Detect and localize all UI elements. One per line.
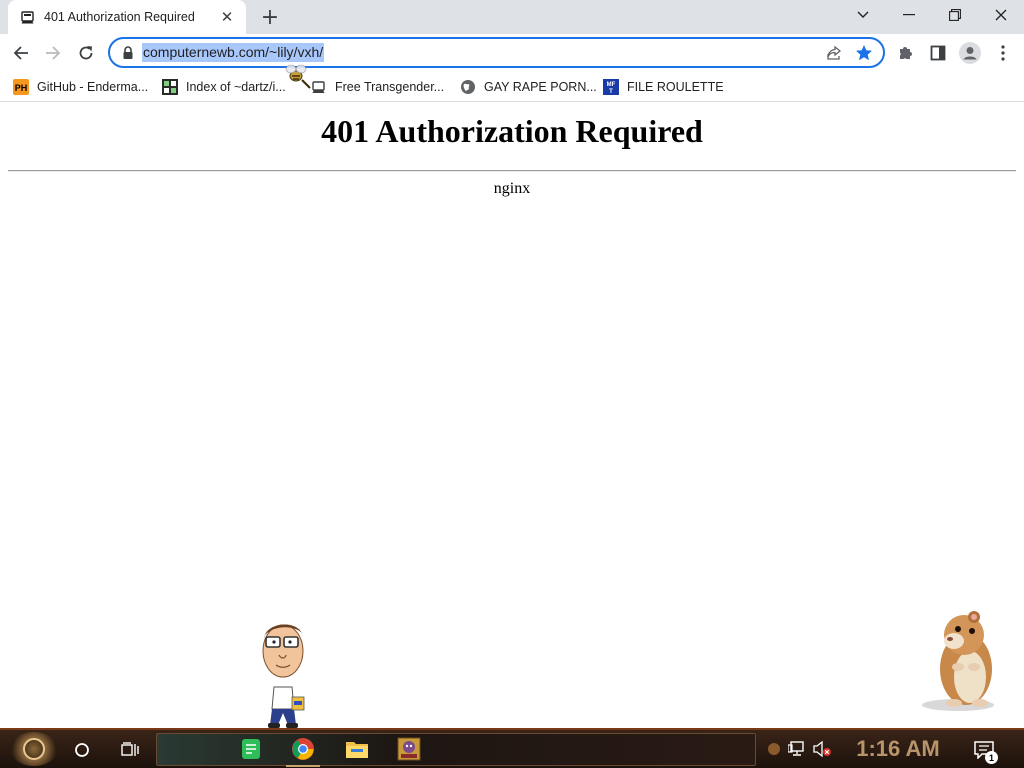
kebab-menu-icon: [1001, 45, 1005, 61]
bookmark-free[interactable]: Free Transgender...: [311, 77, 444, 97]
avatar-icon: [959, 42, 981, 64]
minimize-icon: [903, 14, 915, 16]
profile-button[interactable]: [957, 40, 983, 66]
mft-icon: MF T: [603, 79, 619, 95]
side-panel-button[interactable]: [925, 40, 951, 66]
new-tab-button[interactable]: +: [258, 5, 282, 30]
cortana-button[interactable]: [70, 738, 94, 762]
address-bar[interactable]: computernewb.com/~lily/vxh/: [108, 37, 885, 68]
extensions-button[interactable]: [893, 40, 919, 66]
start-button[interactable]: [10, 732, 58, 766]
task-view-icon: [121, 742, 139, 756]
puzzle-icon: [900, 47, 912, 59]
tab-active[interactable]: 401 Authorization Required ✕: [8, 0, 246, 34]
bonzi-icon: [397, 737, 421, 761]
taskbar-file-explorer-app[interactable]: [344, 736, 370, 762]
svg-text:MF: MF: [607, 82, 616, 88]
bookmark-github[interactable]: PH GitHub - Enderma...: [13, 77, 148, 97]
system-tray: 1:16 AM 1: [764, 733, 1024, 766]
action-center-button[interactable]: 1: [972, 739, 998, 764]
tab-close-icon[interactable]: ✕: [218, 8, 236, 26]
minimize-button[interactable]: [886, 0, 932, 30]
browser-menu-button[interactable]: [990, 40, 1016, 66]
circle-search-icon: [75, 743, 89, 757]
server-name: nginx: [493, 180, 531, 197]
arrow-left-icon: [13, 46, 28, 60]
bookmark-label: GAY RAPE PORN...: [484, 80, 597, 94]
show-hidden-icons-icon[interactable]: [768, 743, 780, 755]
close-window-button[interactable]: [978, 0, 1024, 30]
cartoon-man-icon[interactable]: [252, 613, 314, 729]
svg-text:PH: PH: [15, 83, 28, 93]
start-orb-icon: [23, 738, 45, 760]
chrome-icon: [292, 738, 314, 760]
hamster-icon[interactable]: [918, 605, 1008, 713]
taskbar-clock[interactable]: 1:16 AM: [850, 736, 946, 762]
browser-toolbar: computernewb.com/~lily/vxh/: [0, 34, 1024, 72]
bookmark-gay[interactable]: GAY RAPE PORN...: [460, 77, 597, 97]
bookmark-label: GitHub - Enderma...: [37, 80, 149, 94]
generic-page-icon: [311, 79, 327, 95]
taskbar-chrome-app[interactable]: [286, 736, 320, 767]
taskbar-bonzi-app[interactable]: [396, 736, 422, 762]
reload-icon: [79, 46, 93, 60]
close-icon: [995, 9, 1007, 21]
lock-icon[interactable]: [120, 45, 136, 61]
taskbar: 1:16 AM 1: [0, 728, 1024, 768]
bookmark-label: Free Transgender...: [335, 80, 445, 94]
ph-icon: PH: [13, 79, 29, 95]
svg-text:T: T: [609, 89, 613, 95]
bookmark-star-icon[interactable]: [854, 43, 874, 63]
page-title: 401 Authorization Required: [321, 113, 703, 149]
notification-count-badge: 1: [985, 751, 998, 764]
page-content: 401 Authorization Required nginx: [0, 103, 1024, 728]
bookmark-file-roulette[interactable]: MF T FILE ROULETTE: [603, 77, 724, 97]
file-explorer-icon: [346, 742, 368, 758]
forward-button[interactable]: [38, 38, 68, 68]
restore-icon: [949, 9, 961, 21]
back-button[interactable]: [6, 38, 36, 68]
network-icon[interactable]: [788, 741, 806, 757]
bookmarks-bar: PH GitHub - Enderma... Index of ~dartz/i…: [0, 72, 1024, 102]
tab-search-button[interactable]: [840, 0, 886, 30]
reload-button[interactable]: [71, 38, 101, 68]
bookmark-label: Index of ~dartz/i...: [186, 80, 286, 94]
tab-title: 401 Authorization Required: [44, 10, 195, 24]
bookmark-index[interactable]: Index of ~dartz/i...: [162, 77, 286, 97]
restore-button[interactable]: [932, 0, 978, 30]
share-icon[interactable]: [825, 44, 843, 62]
side-panel-icon: [930, 45, 946, 61]
page-favicon-icon: [20, 9, 36, 25]
globe-icon: [460, 79, 476, 95]
arrow-right-icon: [46, 46, 61, 60]
chevron-down-icon: [857, 11, 869, 18]
tab-strip: 401 Authorization Required ✕ +: [0, 0, 1024, 34]
volume-muted-icon[interactable]: [812, 741, 832, 757]
task-view-button[interactable]: [118, 738, 142, 762]
index-icon: [162, 79, 178, 95]
taskbar-notes-app[interactable]: [238, 736, 264, 762]
divider: [8, 170, 1016, 172]
notes-icon: [242, 739, 260, 759]
mouse-pointer-icon: [285, 64, 311, 89]
bookmark-label: FILE ROULETTE: [627, 80, 724, 94]
